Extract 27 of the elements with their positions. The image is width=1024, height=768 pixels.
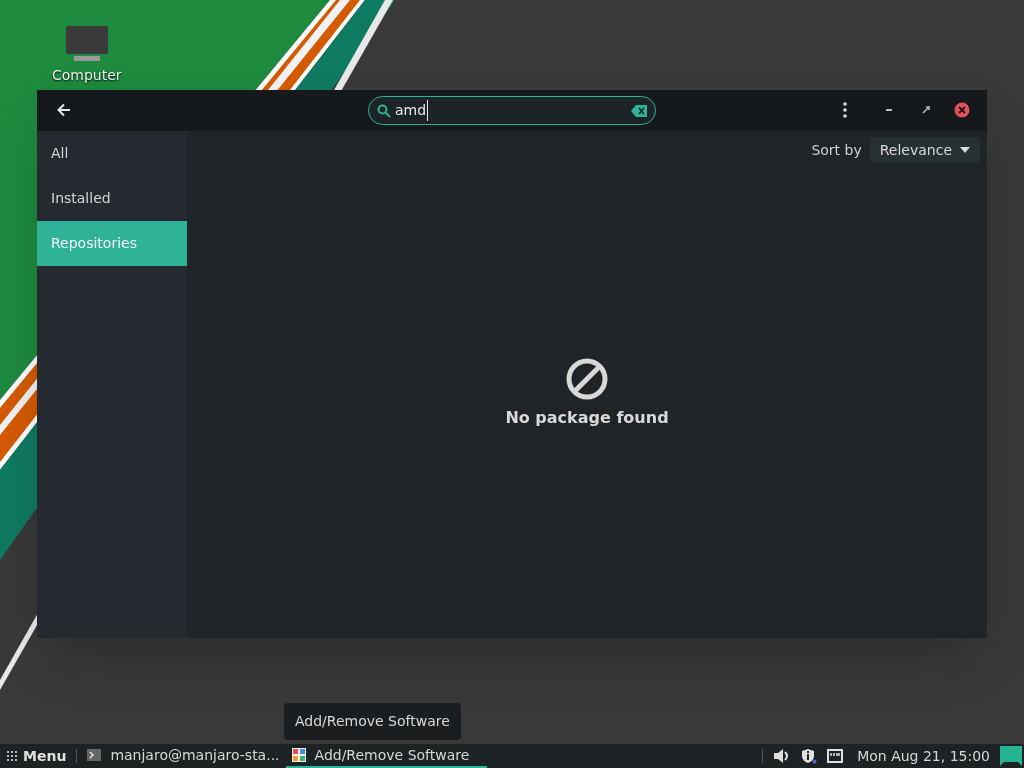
close-icon[interactable]: [954, 102, 970, 118]
sidebar-item[interactable]: All: [37, 131, 187, 176]
restore-icon[interactable]: [922, 106, 930, 114]
tooltip: Add/Remove Software: [284, 703, 461, 740]
menu-button[interactable]: Menu: [0, 744, 77, 768]
desktop-icon-label[interactable]: Computer: [52, 65, 122, 86]
app-grid-icon: [291, 748, 306, 762]
back-arrow-icon[interactable]: [57, 103, 71, 117]
search-text: amd: [395, 100, 429, 121]
more-options-icon[interactable]: [843, 102, 847, 118]
taskbar-button[interactable]: manjaro@manjaro-sta...: [87, 744, 286, 768]
no-entry-icon: [566, 358, 608, 400]
taskbar-button[interactable]: Add/Remove Software: [285, 744, 488, 768]
monitor-icon[interactable]: [65, 26, 108, 62]
caret-icon: [960, 147, 970, 153]
sidebar-item[interactable]: Installed: [37, 176, 187, 221]
terminal-icon: [87, 749, 102, 761]
sort-dropdown[interactable]: Relevance: [869, 137, 980, 163]
network-icon[interactable]: [827, 749, 844, 763]
shield-icon[interactable]: [801, 748, 818, 764]
grid-icon: [7, 751, 17, 761]
sort-label: Sort by: [811, 140, 862, 160]
search-icon: [377, 103, 391, 118]
clear-icon[interactable]: [631, 104, 647, 117]
empty-message: No package found: [505, 407, 669, 429]
search-field[interactable]: amd: [368, 96, 656, 125]
clock[interactable]: Mon Aug 21, 15:00: [857, 745, 990, 767]
